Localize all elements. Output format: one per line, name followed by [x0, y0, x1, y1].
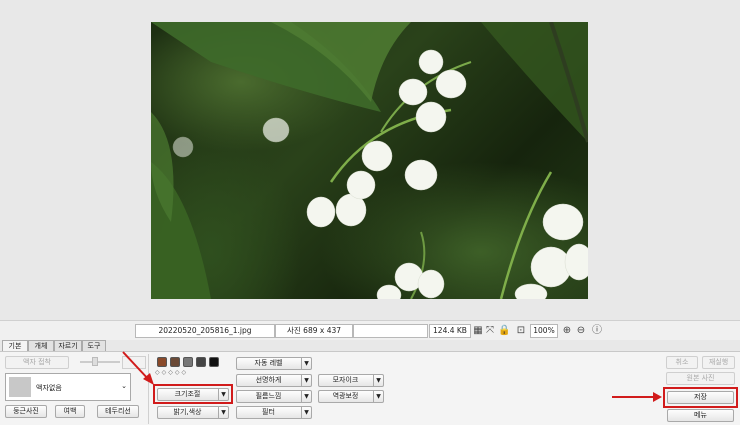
frame-value-box[interactable] — [122, 356, 146, 369]
dropdown-arrow-icon[interactable]: ▼ — [301, 391, 311, 402]
chevron-down-icon: ⌄ — [121, 382, 127, 390]
dropdown-arrow-icon[interactable]: ▼ — [218, 407, 228, 418]
photo-preview[interactable] — [151, 22, 588, 299]
frame-attach-button[interactable]: 액자 접착 — [5, 356, 69, 369]
zoom-out-icon[interactable]: ⊖ — [575, 325, 587, 337]
dropdown-arrow-icon[interactable]: ▼ — [301, 375, 311, 386]
frame-select-value: 액자없음 — [36, 384, 62, 392]
filter-label: 필터 — [262, 408, 275, 416]
zoom-in-icon[interactable]: ⊕ — [561, 325, 573, 337]
transparency-icon[interactable]: ▦ — [472, 325, 484, 337]
swatch-sepia-icon[interactable] — [170, 357, 180, 367]
backlight-dropdown[interactable]: 역광보정 ▼ — [318, 390, 384, 403]
frame-slider-track[interactable] — [80, 361, 120, 363]
swatch-black-icon[interactable] — [209, 357, 219, 367]
effect-icons-row[interactable]: ◇◇◇◇◇ — [155, 369, 188, 376]
frame-thumbnail — [9, 377, 31, 397]
status-bar: 20220520_205816_1.jpg 사진 689 x 437 124.4… — [0, 320, 740, 340]
frame-slider-handle[interactable] — [92, 357, 98, 366]
lock-icon[interactable]: 🔒 — [498, 325, 510, 337]
swatch-brown-icon[interactable] — [157, 357, 167, 367]
backlight-label: 역광보정 — [332, 392, 359, 400]
film-feel-label: 필름느낌 — [255, 392, 282, 400]
zoom-level-display[interactable]: 100% — [530, 324, 558, 338]
redo-button[interactable]: 재실행 — [702, 356, 735, 369]
dropdown-arrow-icon[interactable]: ▼ — [218, 389, 228, 400]
resize-dropdown[interactable]: 크기조절 ▼ — [157, 388, 229, 401]
dropdown-arrow-icon[interactable]: ▼ — [373, 391, 383, 402]
resize-label: 크기조절 — [174, 390, 201, 398]
margin-button[interactable]: 여백 — [55, 405, 85, 418]
frame-select[interactable]: 액자없음 ⌄ — [5, 373, 131, 401]
actual-size-icon[interactable]: ⊡ — [515, 325, 527, 337]
undo-button[interactable]: 취소 — [666, 356, 698, 369]
file-size-display: 124.4 KB — [429, 324, 471, 338]
sharpen-dropdown[interactable]: 선명하게 ▼ — [236, 374, 312, 387]
filter-dropdown[interactable]: 필터 ▼ — [236, 406, 312, 419]
original-photo-button[interactable]: 원본 사진 — [666, 372, 735, 385]
divider — [148, 354, 149, 424]
sharpen-label: 선명하게 — [255, 376, 282, 384]
photo-size-display: 사진 689 x 437 — [275, 324, 353, 338]
dropdown-arrow-icon[interactable]: ▼ — [373, 375, 383, 386]
rounded-photo-button[interactable]: 둥근사진 — [5, 405, 47, 418]
swatch-gray-icon[interactable] — [183, 357, 193, 367]
lily-of-the-valley-photo — [151, 22, 588, 299]
mosaic-dropdown[interactable]: 모자이크 ▼ — [318, 374, 384, 387]
menu-button[interactable]: 메뉴 — [667, 409, 734, 422]
info-icon[interactable]: ⓘ — [591, 325, 603, 337]
image-canvas[interactable] — [0, 0, 740, 320]
brightness-label: 밝기,색상 — [173, 408, 202, 416]
save-button[interactable]: 저장 — [667, 391, 734, 404]
film-feel-dropdown[interactable]: 필름느낌 ▼ — [236, 390, 312, 403]
filename-display: 20220520_205816_1.jpg — [135, 324, 275, 338]
border-line-button[interactable]: 테두리선 — [97, 405, 139, 418]
status-blank — [353, 324, 428, 338]
dropdown-arrow-icon[interactable]: ▼ — [301, 407, 311, 418]
auto-level-label: 자동 레벨 — [254, 359, 283, 367]
control-panel: 액자 접착 액자없음 ⌄ 둥근사진 여백 테두리선 ◇◇◇◇◇ 크기조절 ▼ 밝… — [0, 351, 740, 425]
swatch-dark-icon[interactable] — [196, 357, 206, 367]
auto-level-dropdown[interactable]: 자동 레벨 ▼ — [236, 357, 312, 370]
mosaic-label: 모자이크 — [332, 376, 359, 384]
dropdown-arrow-icon[interactable]: ▼ — [301, 358, 311, 369]
fit-screen-icon[interactable]: ⤧ — [484, 325, 496, 337]
brightness-dropdown[interactable]: 밝기,색상 ▼ — [157, 406, 229, 419]
